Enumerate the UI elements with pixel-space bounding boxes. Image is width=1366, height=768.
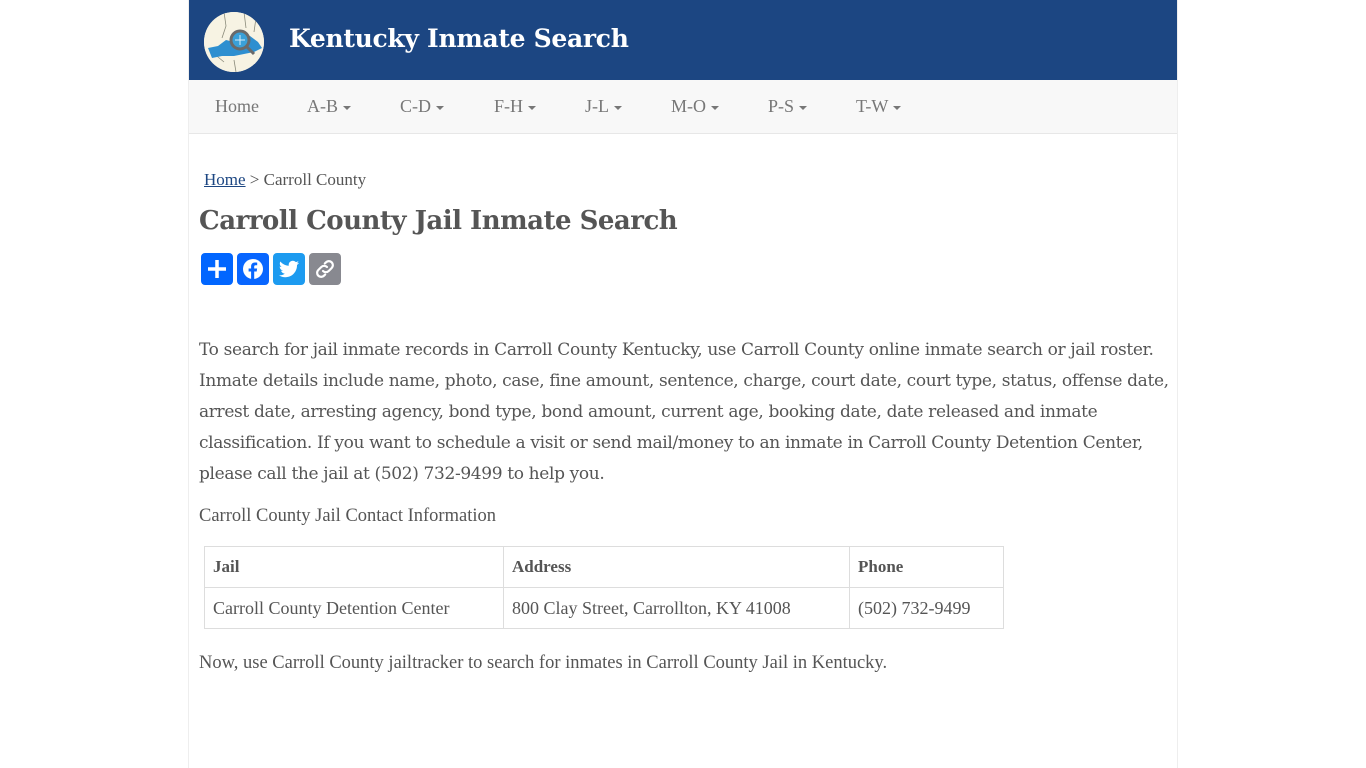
twitter-share-button[interactable] bbox=[273, 253, 305, 285]
nav-label: J-L bbox=[585, 96, 610, 116]
kentucky-map-magnifier-icon[interactable] bbox=[204, 12, 264, 72]
nav-m-o[interactable]: M-O bbox=[671, 96, 720, 117]
twitter-icon bbox=[279, 260, 299, 278]
nav-j-l[interactable]: J-L bbox=[585, 96, 623, 117]
page-container: Kentucky Inmate Search Home A-B C-D F-H … bbox=[188, 0, 1178, 768]
breadcrumb-separator: > bbox=[249, 170, 260, 189]
page-title: Carroll County Jail Inmate Search bbox=[199, 206, 678, 236]
caret-down-icon bbox=[614, 105, 623, 110]
column-header-address: Address bbox=[503, 546, 850, 588]
table-header-row: Jail Address Phone bbox=[204, 546, 1004, 588]
main-nav: Home A-B C-D F-H J-L M-O P-S T-W bbox=[189, 80, 1177, 134]
column-header-jail: Jail bbox=[204, 546, 504, 588]
site-title[interactable]: Kentucky Inmate Search bbox=[289, 24, 629, 53]
copy-link-button[interactable] bbox=[309, 253, 341, 285]
jail-name-cell: Carroll County Detention Center bbox=[204, 587, 504, 629]
nav-c-d[interactable]: C-D bbox=[400, 96, 444, 117]
site-header: Kentucky Inmate Search bbox=[189, 0, 1177, 80]
nav-label: F-H bbox=[494, 96, 524, 116]
caret-down-icon bbox=[528, 105, 537, 110]
nav-p-s[interactable]: P-S bbox=[768, 96, 808, 117]
caret-down-icon bbox=[893, 105, 902, 110]
caret-down-icon bbox=[436, 105, 444, 110]
share-button[interactable] bbox=[201, 253, 233, 285]
caret-down-icon bbox=[799, 105, 808, 110]
link-icon bbox=[316, 260, 334, 278]
nav-label: Home bbox=[215, 96, 259, 116]
nav-label: M-O bbox=[671, 96, 707, 116]
nav-label: A-B bbox=[307, 96, 338, 116]
breadcrumb-home-link[interactable]: Home bbox=[204, 170, 246, 189]
main-content: Home > Carroll County Carroll County Jai… bbox=[199, 170, 1169, 674]
nav-label: C-D bbox=[400, 96, 431, 116]
facebook-share-button[interactable] bbox=[237, 253, 269, 285]
intro-paragraph: To search for jail inmate records in Car… bbox=[199, 340, 1169, 484]
nav-f-h[interactable]: F-H bbox=[494, 96, 537, 117]
address-cell: 800 Clay Street, Carrollton, KY 41008 bbox=[503, 587, 850, 629]
caret-down-icon bbox=[343, 105, 351, 110]
table-row: Carroll County Detention Center 800 Clay… bbox=[204, 587, 1004, 629]
nav-label: T-W bbox=[856, 96, 889, 116]
phone-cell: (502) 732-9499 bbox=[849, 587, 1004, 629]
facebook-icon bbox=[243, 259, 263, 279]
nav-home[interactable]: Home bbox=[215, 96, 259, 117]
column-header-phone: Phone bbox=[849, 546, 1004, 588]
nav-t-w[interactable]: T-W bbox=[856, 96, 902, 117]
breadcrumb: Home > Carroll County bbox=[204, 170, 1169, 190]
jailtracker-note: Now, use Carroll County jailtracker to s… bbox=[199, 653, 888, 673]
contact-table: Jail Address Phone Carroll County Detent… bbox=[204, 546, 1004, 629]
contact-heading: Carroll County Jail Contact Information bbox=[199, 506, 496, 526]
nav-a-b[interactable]: A-B bbox=[307, 96, 351, 117]
plus-icon bbox=[208, 260, 226, 278]
nav-label: P-S bbox=[768, 96, 795, 116]
caret-down-icon bbox=[711, 105, 720, 110]
breadcrumb-current: Carroll County bbox=[263, 170, 367, 189]
share-buttons bbox=[201, 253, 1169, 285]
